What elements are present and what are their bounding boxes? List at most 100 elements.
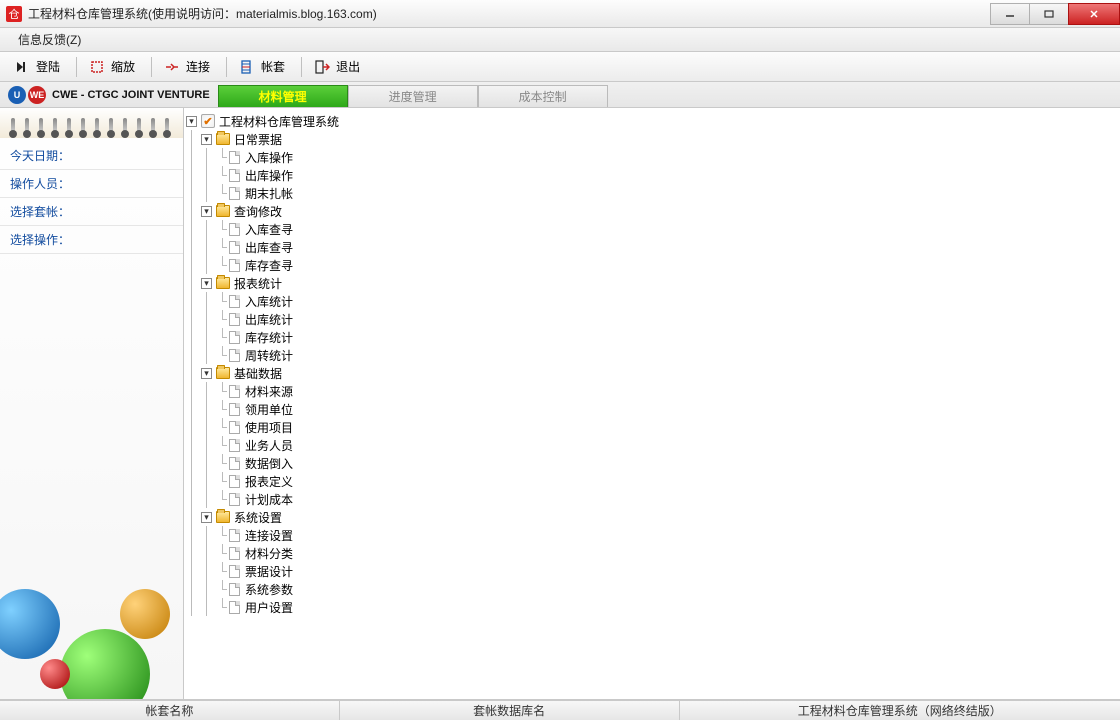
tree-item-2-2[interactable]: 库存统计 bbox=[186, 328, 1118, 346]
tree-node-label: 入库统计 bbox=[245, 293, 293, 310]
tree-item-3-3[interactable]: 业务人员 bbox=[186, 436, 1118, 454]
tree-item-4-4[interactable]: 用户设置 bbox=[186, 598, 1118, 616]
logo-text: CWE - CTGC JOINT VENTURE bbox=[52, 89, 210, 101]
tree-node-label: 数据倒入 bbox=[245, 455, 293, 472]
tree-toggle-icon[interactable]: ▾ bbox=[186, 116, 197, 127]
tree-item-0-0[interactable]: 入库操作 bbox=[186, 148, 1118, 166]
tree-item-2-0[interactable]: 入库统计 bbox=[186, 292, 1118, 310]
check-icon: ✔ bbox=[201, 114, 215, 128]
tree-item-3-0[interactable]: 材料来源 bbox=[186, 382, 1118, 400]
tree-item-0-1[interactable]: 出库操作 bbox=[186, 166, 1118, 184]
file-icon bbox=[227, 402, 241, 416]
exit-label: 退出 bbox=[336, 58, 360, 75]
tree-node-label: 系统设置 bbox=[234, 509, 282, 526]
tree-node-label: 周转统计 bbox=[245, 347, 293, 364]
accounts-button[interactable]: 帐套 bbox=[233, 55, 291, 78]
folder-icon bbox=[216, 366, 230, 380]
file-icon bbox=[227, 150, 241, 164]
folder-icon bbox=[216, 204, 230, 218]
maximize-button[interactable] bbox=[1029, 3, 1069, 25]
accounts-label: 帐套 bbox=[261, 58, 285, 75]
close-button[interactable] bbox=[1068, 3, 1120, 25]
minimize-button[interactable] bbox=[990, 3, 1030, 25]
tree-node-label: 出库查寻 bbox=[245, 239, 293, 256]
zoom-button[interactable]: 缩放 bbox=[83, 55, 141, 78]
tree-item-3-5[interactable]: 报表定义 bbox=[186, 472, 1118, 490]
left-panel: 今天日期： 操作人员： 选择套帐： 选择操作： bbox=[0, 108, 184, 699]
file-icon bbox=[227, 456, 241, 470]
app-icon: 仓 bbox=[6, 6, 22, 22]
window-titlebar: 仓 工程材料仓库管理系统(使用说明访问：materialmis.blog.163… bbox=[0, 0, 1120, 28]
tree-toggle-icon[interactable]: ▾ bbox=[201, 206, 212, 217]
tree-toggle-icon[interactable]: ▾ bbox=[201, 134, 212, 145]
tree-item-1-0[interactable]: 入库查寻 bbox=[186, 220, 1118, 238]
tree-node-label: 库存查寻 bbox=[245, 257, 293, 274]
tree-group-4[interactable]: ▾ 系统设置 bbox=[186, 508, 1118, 526]
tree-node-label: 报表定义 bbox=[245, 473, 293, 490]
tree-node-label: 材料分类 bbox=[245, 545, 293, 562]
tab-progress[interactable]: 进度管理 bbox=[348, 85, 478, 107]
file-icon bbox=[227, 582, 241, 596]
login-button[interactable]: 登陆 bbox=[8, 55, 66, 78]
toolbar-separator bbox=[226, 57, 227, 77]
tree-node-label: 日常票据 bbox=[234, 131, 282, 148]
tree-item-0-2[interactable]: 期末扎帐 bbox=[186, 184, 1118, 202]
tree-item-1-1[interactable]: 出库查寻 bbox=[186, 238, 1118, 256]
exit-button[interactable]: 退出 bbox=[308, 55, 366, 78]
tree-item-4-1[interactable]: 材料分类 bbox=[186, 544, 1118, 562]
login-icon bbox=[14, 59, 30, 75]
decorative-spheres bbox=[0, 534, 183, 699]
info-block: 今天日期： 操作人员： 选择套帐： 选择操作： bbox=[0, 138, 183, 258]
tree-item-3-2[interactable]: 使用项目 bbox=[186, 418, 1118, 436]
tree-group-0[interactable]: ▾ 日常票据 bbox=[186, 130, 1118, 148]
status-account-name: 帐套名称 bbox=[0, 701, 340, 720]
tree-node-label: 系统参数 bbox=[245, 581, 293, 598]
tree-item-4-3[interactable]: 系统参数 bbox=[186, 580, 1118, 598]
tree-node-label: 业务人员 bbox=[245, 437, 293, 454]
file-icon bbox=[227, 294, 241, 308]
tree-node-label: 报表统计 bbox=[234, 275, 282, 292]
tree-node-label: 出库统计 bbox=[245, 311, 293, 328]
tree-group-2[interactable]: ▾ 报表统计 bbox=[186, 274, 1118, 292]
tree-root[interactable]: ▾✔工程材料仓库管理系统 bbox=[186, 112, 1118, 130]
main-area: 今天日期： 操作人员： 选择套帐： 选择操作： ▾✔工程材料仓库管理系统▾日常票… bbox=[0, 108, 1120, 700]
tree-group-3[interactable]: ▾基础数据 bbox=[186, 364, 1118, 382]
tree-node-label: 查询修改 bbox=[234, 203, 282, 220]
tree-group-1[interactable]: ▾ 查询修改 bbox=[186, 202, 1118, 220]
tree-item-4-0[interactable]: 连接设置 bbox=[186, 526, 1118, 544]
tree-node-label: 票据设计 bbox=[245, 563, 293, 580]
file-icon bbox=[227, 438, 241, 452]
file-icon bbox=[227, 546, 241, 560]
tree-item-4-2[interactable]: 票据设计 bbox=[186, 562, 1118, 580]
tree-toggle-icon[interactable]: ▾ bbox=[201, 512, 212, 523]
zoom-icon bbox=[89, 59, 105, 75]
nav-tree[interactable]: ▾✔工程材料仓库管理系统▾日常票据入库操作出库操作期末扎帐▾查询修改入库查寻出库… bbox=[184, 108, 1120, 620]
tree-toggle-icon[interactable]: ▾ bbox=[201, 368, 212, 379]
tree-item-2-1[interactable]: 出库统计 bbox=[186, 310, 1118, 328]
tree-item-2-3[interactable]: 周转统计 bbox=[186, 346, 1118, 364]
tree-node-label: 计划成本 bbox=[245, 491, 293, 508]
tabstrip: U WE CWE - CTGC JOINT VENTURE 材料管理 进度管理 … bbox=[0, 82, 1120, 108]
tree-node-label: 入库查寻 bbox=[245, 221, 293, 238]
connect-icon bbox=[164, 59, 180, 75]
file-icon bbox=[227, 258, 241, 272]
logo-area: U WE CWE - CTGC JOINT VENTURE bbox=[0, 86, 218, 104]
folder-icon bbox=[216, 132, 230, 146]
tree-item-3-6[interactable]: 计划成本 bbox=[186, 490, 1118, 508]
menu-feedback[interactable]: 信息反馈(Z) bbox=[10, 29, 89, 50]
tab-materials[interactable]: 材料管理 bbox=[218, 85, 348, 107]
tab-cost[interactable]: 成本控制 bbox=[478, 85, 608, 107]
tree-item-3-4[interactable]: 数据倒入 bbox=[186, 454, 1118, 472]
tree-item-1-2[interactable]: 库存查寻 bbox=[186, 256, 1118, 274]
logo-badge-1: U bbox=[8, 86, 26, 104]
operation-row: 选择操作： bbox=[0, 226, 183, 254]
tree-node-label: 领用单位 bbox=[245, 401, 293, 418]
tree-node-label: 使用项目 bbox=[245, 419, 293, 436]
tree-toggle-icon[interactable]: ▾ bbox=[201, 278, 212, 289]
connect-button[interactable]: 连接 bbox=[158, 55, 216, 78]
tree-node-label: 连接设置 bbox=[245, 527, 293, 544]
window-controls bbox=[991, 3, 1120, 25]
tree-item-3-1[interactable]: 领用单位 bbox=[186, 400, 1118, 418]
file-icon bbox=[227, 528, 241, 542]
file-icon bbox=[227, 384, 241, 398]
